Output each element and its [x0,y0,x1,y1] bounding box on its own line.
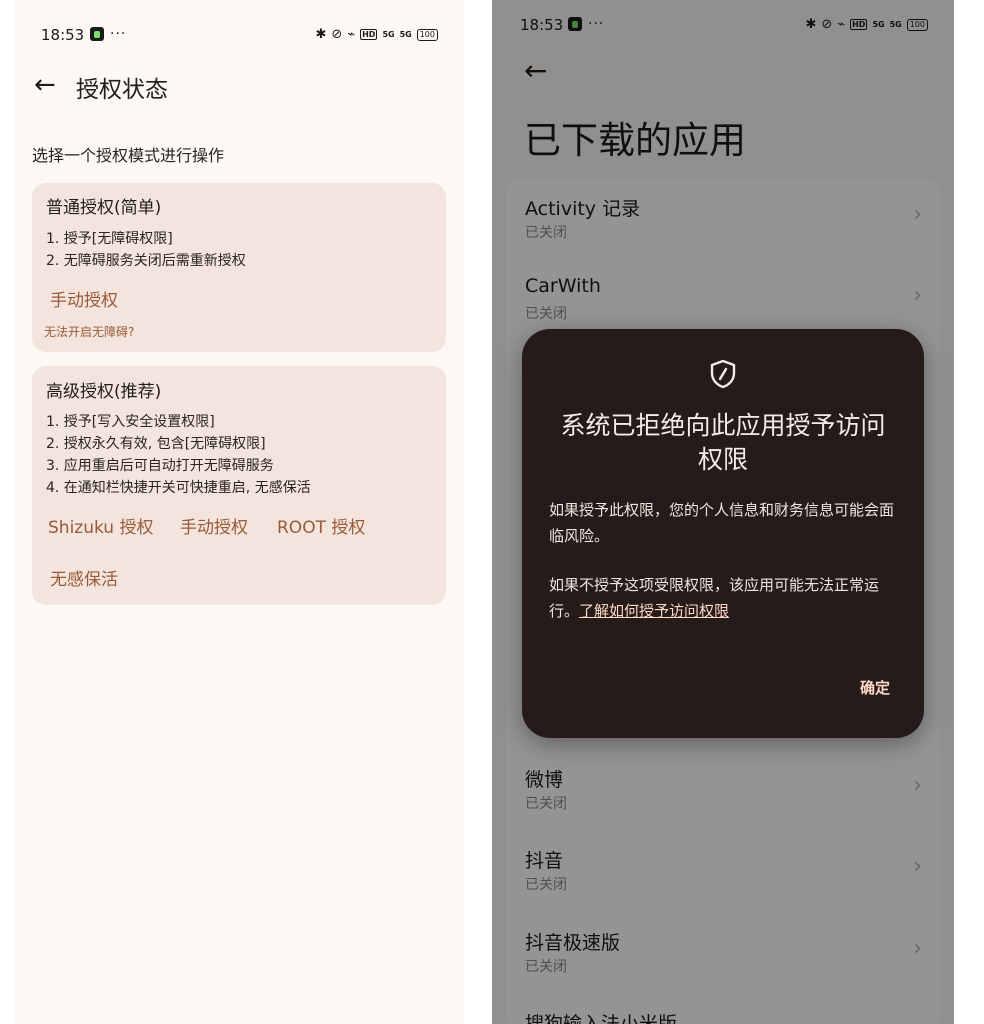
status-left-icons: ··· [90,26,126,42]
right-screen: 18:53 ··· ✱ ⊘ ⌁ HD 5G 5G 100 ← 已下载的应用 Ac… [492,0,954,1024]
link-icon: ⊘ [331,27,343,42]
card-line: 4. 在通知栏快捷开关可快捷重启, 无感保活 [46,480,311,496]
back-arrow-icon[interactable]: ← [34,72,56,98]
card-title: 高级授权(推荐) [46,382,162,402]
accessibility-help-link[interactable]: 无法开启无障碍? [44,323,134,340]
card-line: 1. 授予[无障碍权限] [46,231,173,247]
hd-icon: HD [360,29,378,40]
dialog-body: 如果授予此权限，您的个人信息和财务信息可能会面临风险。 [549,501,895,545]
status-right-icons: ✱ ⊘ ⌁ HD 5G 5G 100 [315,27,438,42]
card-line: 2. 授权永久有效, 包含[无障碍权限] [46,436,266,452]
confirm-button[interactable]: 确定 [860,677,890,698]
more-notifications-icon: ··· [110,26,127,42]
dialog-title: 系统已拒绝向此应用授予访问权限 [560,411,886,474]
battery-icon: 100 [416,28,438,41]
signal-icon-2: 5G [399,30,412,39]
card-line: 3. 应用重启后可自动打开无障碍服务 [46,458,274,474]
page-title: 授权状态 [76,77,168,103]
status-time: 18:53 [41,26,85,44]
signal-icon-1: 5G [382,30,395,39]
bluetooth-icon: ✱ [315,27,327,42]
permission-denied-dialog: 系统已拒绝向此应用授予访问权限 如果授予此权限，您的个人信息和财务信息可能会面临… [522,329,924,738]
status-bar: 18:53 ··· ✱ ⊘ ⌁ HD 5G 5G 100 [14,0,464,44]
root-auth-button[interactable]: ROOT 授权 [277,513,365,538]
manual-auth-button[interactable]: 手动授权 [50,286,118,311]
app-notification-icon [90,27,104,41]
left-screen: 18:53 ··· ✱ ⊘ ⌁ HD 5G 5G 100 ← 授权状态 选择一个… [14,0,464,1024]
section-hint: 选择一个授权模式进行操作 [32,146,225,165]
dialog-body: 如果不授予这项受限权限，该应用可能无法正常运行。了解如何授予访问权限 [549,572,900,624]
manual-auth-button[interactable]: 手动授权 [180,513,248,538]
shizuku-auth-button[interactable]: Shizuku 授权 [48,513,154,538]
advanced-auth-card: 高级授权(推荐) 1. 授予[写入安全设置权限] 2. 授权永久有效, 包含[无… [32,366,446,605]
card-line: 1. 授予[写入安全设置权限] [46,414,215,430]
card-line: 2. 无障碍服务关闭后需重新授权 [46,253,246,269]
mute-icon: ⌁ [347,27,356,42]
keepalive-button[interactable]: 无感保活 [50,565,118,590]
learn-more-link[interactable]: 了解如何授予访问权限 [579,602,729,620]
shield-icon [710,359,736,389]
card-title: 普通授权(简单) [46,198,162,218]
basic-auth-card: 普通授权(简单) 1. 授予[无障碍权限] 2. 无障碍服务关闭后需重新授权 手… [32,183,446,352]
